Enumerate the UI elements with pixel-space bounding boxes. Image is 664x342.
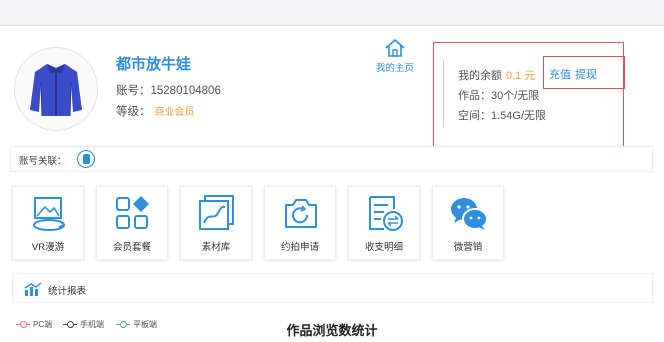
level-label: 等级： [116, 106, 151, 118]
balance-label: 我的余额 [458, 70, 502, 82]
wechat-marketing-icon [451, 198, 488, 230]
tile-material-library[interactable]: 素材库 [180, 186, 252, 260]
jacket-image [30, 64, 82, 117]
level-value: 商业会员 [154, 107, 195, 118]
works-quota: 作品：30个/无限 [458, 90, 540, 102]
account-link-label: 账号关联： [19, 156, 67, 167]
balance-unit: 元 [524, 70, 536, 82]
membership-package-icon [116, 196, 149, 229]
tile-label-membership-package: 会员套餐 [112, 242, 151, 253]
recharge-withdraw-box: 充值 提现 [543, 56, 625, 89]
stats-report-label: 统计报表 [48, 286, 87, 297]
account-label: 账号： [116, 85, 151, 97]
account-number-row: 账号：15280104806 [116, 82, 221, 98]
chart-title: 作品浏览数统计 [286, 323, 378, 338]
tile-wechat-marketing[interactable]: 微营销 [432, 186, 504, 260]
tile-label-photoshoot-request: 约拍申请 [280, 242, 319, 253]
tile-vr-tour[interactable]: VR漫游 [12, 186, 84, 260]
photoshoot-request-icon [285, 199, 317, 228]
account-number: 15280104806 [150, 85, 221, 97]
income-expense-icon [369, 196, 403, 231]
my-homepage-link[interactable]: 我的主页 [370, 38, 420, 74]
balance-row: 我的余额 0.1 元 [458, 67, 535, 83]
space-quota: 空间：1.54G/无限 [458, 110, 547, 122]
tile-label-income-expense: 收支明细 [364, 242, 403, 253]
tile-photoshoot-request[interactable]: 约拍申请 [264, 186, 336, 260]
avatar[interactable] [14, 47, 98, 131]
top-bar [0, 0, 664, 26]
vr-tour-icon [33, 197, 66, 231]
line-chart-icon [24, 282, 42, 296]
level-row: 等级： 商业会员 [116, 103, 195, 119]
divider [443, 61, 444, 127]
withdraw-link[interactable]: 提现 [575, 66, 597, 82]
material-library-icon [199, 195, 234, 230]
phone-link-icon[interactable] [77, 150, 95, 168]
tile-label-vr-tour: VR漫游 [31, 242, 65, 253]
tile-label-wechat-marketing: 微营销 [453, 242, 483, 253]
username: 都市放牛娃 [116, 56, 192, 73]
home-icon [385, 39, 405, 57]
recharge-link[interactable]: 充值 [549, 66, 571, 82]
my-homepage-label: 我的主页 [375, 63, 414, 74]
stats-report-bar[interactable]: 统计报表 [12, 273, 653, 303]
balance-amount: 0.1 [506, 70, 522, 82]
tile-income-expense[interactable]: 收支明细 [348, 186, 420, 260]
tile-label-material-library: 素材库 [201, 242, 231, 253]
account-link-bar: 账号关联： [10, 146, 653, 172]
tile-membership-package[interactable]: 会员套餐 [96, 186, 168, 260]
